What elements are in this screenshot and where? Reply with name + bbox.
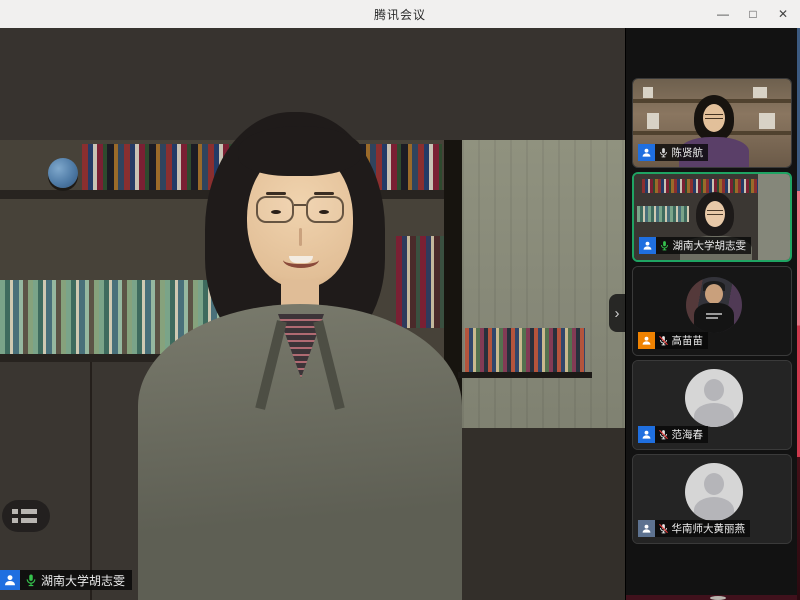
mic-icon-green	[659, 240, 670, 251]
silhouette-avatar	[685, 369, 743, 427]
sidebar-collapse-handle[interactable]: ›	[609, 294, 625, 332]
person-icon	[0, 570, 20, 590]
main-video-feed	[0, 28, 625, 600]
person-icon	[638, 332, 655, 349]
person-icon	[638, 426, 655, 443]
participant-label: 范海春	[638, 426, 709, 443]
main-name-tag: 湖南大学胡志雯	[0, 570, 132, 590]
list-view-icon	[12, 509, 50, 514]
main-video[interactable]: 湖南大学胡志雯 ›	[0, 28, 625, 600]
mic-muted-icon	[658, 429, 669, 440]
main-speaker-name: 湖南大学胡志雯	[41, 572, 125, 589]
participant-label: 湖南大学胡志雯	[639, 237, 752, 254]
window-title: 腾讯会议	[0, 6, 800, 23]
meeting-content: 湖南大学胡志雯 ›	[0, 28, 800, 600]
person-icon	[638, 520, 655, 537]
mic-muted-icon	[658, 335, 669, 346]
participant-thumbnail[interactable]: 陈贤航	[632, 78, 792, 168]
scene-books-row	[465, 328, 585, 372]
close-button[interactable]: ✕	[768, 0, 798, 28]
participant-sidebar: 陈贤航	[625, 28, 797, 600]
participant-label: 华南师大黄丽燕	[638, 520, 751, 537]
meeting-window: 腾讯会议 — □ ✕	[0, 0, 800, 600]
titlebar[interactable]: 腾讯会议 — □ ✕	[0, 0, 800, 28]
participant-name: 湖南大学胡志雯	[673, 238, 747, 253]
participant-name: 华南师大黄丽燕	[672, 521, 746, 536]
profile-photo-avatar	[686, 277, 742, 333]
mic-muted-icon	[658, 523, 669, 534]
participant-thumbnail[interactable]: 高苗苗	[632, 266, 792, 356]
participant-thumbnail-active[interactable]: 湖南大学胡志雯	[632, 172, 792, 262]
participant-thumbnail[interactable]: 范海春	[632, 360, 792, 450]
participant-thumbnail[interactable]: 华南师大黄丽燕	[632, 454, 792, 544]
participant-label: 陈贤航	[638, 144, 709, 161]
maximize-button[interactable]: □	[738, 0, 768, 28]
window-controls: — □ ✕	[708, 0, 798, 28]
person-icon	[638, 144, 655, 161]
chevron-right-icon: ›	[615, 306, 620, 321]
mic-icon-green	[24, 573, 38, 587]
speaker-bangs	[238, 126, 362, 176]
list-view-icon	[12, 518, 50, 523]
participant-name: 陈贤航	[672, 145, 704, 160]
minimize-button[interactable]: —	[708, 0, 738, 28]
participant-name: 高苗苗	[672, 333, 704, 348]
window-bottom-edge	[626, 595, 797, 600]
mic-icon	[658, 147, 669, 158]
speaker-jacket	[138, 304, 462, 600]
person-icon	[639, 237, 656, 254]
silhouette-avatar	[685, 463, 743, 521]
layout-toggle[interactable]	[2, 500, 50, 532]
scene-globe	[48, 158, 78, 188]
scene-shelf-board	[458, 372, 592, 378]
participant-label: 高苗苗	[638, 332, 709, 349]
participant-name: 范海春	[672, 427, 704, 442]
scene-books-row	[396, 236, 444, 328]
speaker-glasses	[256, 196, 344, 226]
